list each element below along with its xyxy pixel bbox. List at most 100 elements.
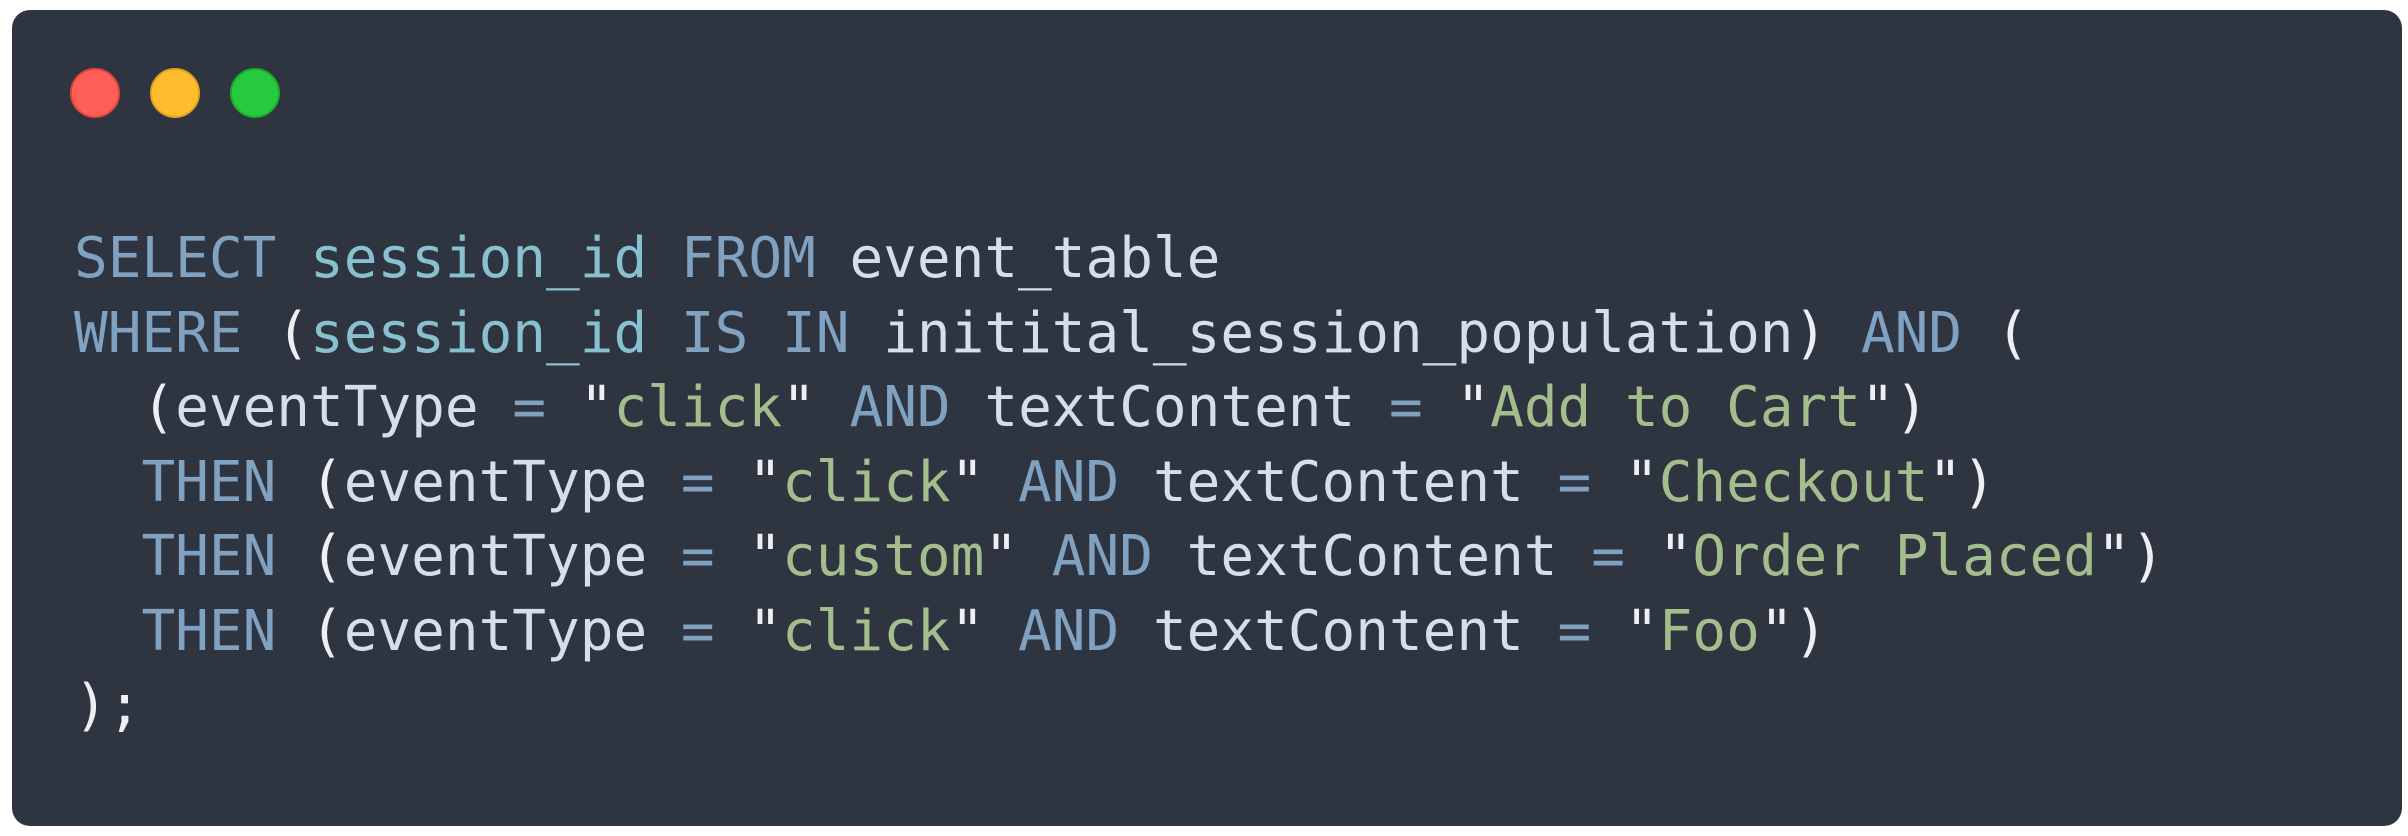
- code-token-ws: [647, 301, 681, 366]
- code-token-ws: [1591, 450, 1625, 515]
- code-token-ws: [1962, 301, 1996, 366]
- code-token-ws: [1119, 450, 1153, 515]
- code-token-ws: [276, 524, 310, 589]
- code-line: THEN (eventType = "click" AND textConten…: [74, 446, 2164, 521]
- code-line: WHERE (session_id IS IN initital_session…: [74, 297, 2164, 372]
- code-token-keyword: IS: [680, 300, 749, 366]
- code-token-ws: [276, 226, 310, 291]
- code-token-punct: ": [1624, 598, 1659, 664]
- code-token-ident: eventType: [175, 375, 479, 440]
- code-token-ws: [647, 226, 681, 291]
- code-token-punct: ): [1962, 449, 1996, 515]
- code-token-punct: ): [1793, 598, 1828, 664]
- code-token-ws: [1423, 375, 1457, 440]
- code-token-ident: textContent: [1152, 598, 1524, 664]
- code-token-ws: [1355, 375, 1389, 440]
- sql-code-block: SELECT session_id FROM event_table WHERE …: [74, 222, 2164, 744]
- code-token-op: =: [1557, 449, 1592, 515]
- code-token-ws: [1524, 450, 1558, 515]
- code-token-ident: eventType: [343, 449, 648, 515]
- code-token-keyword: THEN: [141, 598, 277, 664]
- code-token-string: Checkout: [1658, 449, 1929, 515]
- code-token-keyword: AND: [1018, 598, 1120, 664]
- code-line: (eventType = "click" AND textContent = "…: [74, 371, 2164, 446]
- code-token-ws: [74, 375, 141, 440]
- code-token-punct: ": [1928, 449, 1963, 515]
- code-token-ident: textContent: [1186, 524, 1558, 589]
- code-token-ws: [1558, 524, 1592, 589]
- code-token-ws: [276, 599, 310, 664]
- code-token-ws: [479, 375, 513, 440]
- code-token-punct: (: [310, 524, 344, 589]
- code-token-punct: ": [748, 449, 783, 515]
- code-token-punct: ": [1624, 449, 1659, 515]
- code-token-op: =: [680, 524, 715, 589]
- code-token-op: =: [1388, 375, 1423, 440]
- code-token-column: session_id: [310, 226, 648, 291]
- code-token-ident: initital_session_population: [883, 300, 1794, 366]
- code-token-punct: ): [1894, 375, 1929, 440]
- code-token-punct: (: [1995, 300, 2030, 366]
- code-token-ident: event_table: [849, 226, 1221, 291]
- code-token-ws: [984, 450, 1018, 515]
- code-token-ws: [984, 599, 1018, 664]
- code-token-keyword: SELECT: [74, 226, 277, 291]
- maximize-icon[interactable]: [230, 68, 280, 118]
- code-token-punct: ": [748, 598, 783, 664]
- code-token-punct: ": [1759, 598, 1794, 664]
- code-token-punct: ": [579, 375, 614, 440]
- code-token-ws: [816, 375, 850, 440]
- code-token-ws: [74, 599, 141, 664]
- code-token-ws: [276, 450, 310, 515]
- code-token-punct: (: [276, 300, 311, 366]
- code-token-keyword: AND: [1018, 449, 1120, 515]
- code-token-ident: eventType: [343, 598, 648, 664]
- code-line: );: [74, 669, 2164, 744]
- code-token-punct: ": [1860, 375, 1895, 440]
- code-token-keyword: AND: [1051, 524, 1153, 589]
- code-token-ws: [546, 375, 580, 440]
- code-token-ws: [647, 599, 681, 664]
- minimize-icon[interactable]: [150, 68, 200, 118]
- close-icon[interactable]: [70, 68, 120, 118]
- code-token-ws: [816, 226, 850, 291]
- code-token-punct: ": [748, 524, 783, 589]
- code-token-ws: [1827, 301, 1861, 366]
- code-token-ws: [1018, 524, 1052, 589]
- code-token-ident: eventType: [343, 524, 648, 589]
- code-token-keyword: IN: [782, 300, 850, 366]
- code-token-punct: ": [984, 524, 1019, 589]
- code-token-op: =: [1591, 524, 1625, 589]
- code-token-string: Foo: [1658, 598, 1760, 664]
- code-token-ws: [647, 524, 681, 589]
- code-token-keyword: AND: [849, 375, 951, 440]
- code-token-punct: ": [950, 598, 985, 664]
- code-token-string: click: [782, 598, 951, 664]
- code-token-ws: [1153, 524, 1187, 589]
- code-token-keyword: THEN: [141, 449, 277, 515]
- code-token-column: session_id: [310, 300, 648, 366]
- code-token-op: =: [512, 375, 547, 440]
- code-token-ws: [748, 301, 782, 366]
- code-token-punct: ": [782, 375, 816, 440]
- code-token-keyword: THEN: [141, 524, 277, 589]
- window-controls: [70, 68, 280, 118]
- code-token-punct: ": [1456, 375, 1491, 440]
- code-token-ws: [647, 450, 681, 515]
- code-token-string: Add to Cart: [1490, 375, 1861, 440]
- code-token-ws: [1625, 524, 1659, 589]
- code-token-string: click: [782, 449, 951, 515]
- code-line: THEN (eventType = "click" AND textConten…: [74, 595, 2164, 670]
- code-token-punct: ): [1793, 300, 1828, 366]
- code-token-ws: [849, 301, 883, 366]
- code-token-ws: [715, 524, 749, 589]
- code-token-punct: (: [310, 449, 344, 515]
- code-line: SELECT session_id FROM event_table: [74, 222, 2164, 297]
- code-token-ws: [715, 450, 749, 515]
- code-token-ws: [243, 301, 277, 366]
- code-token-punct: ": [2096, 524, 2131, 589]
- code-token-ws: [951, 375, 985, 440]
- code-token-ws: [74, 524, 141, 589]
- code-token-punct: ": [1658, 524, 1693, 589]
- code-token-op: =: [680, 598, 715, 664]
